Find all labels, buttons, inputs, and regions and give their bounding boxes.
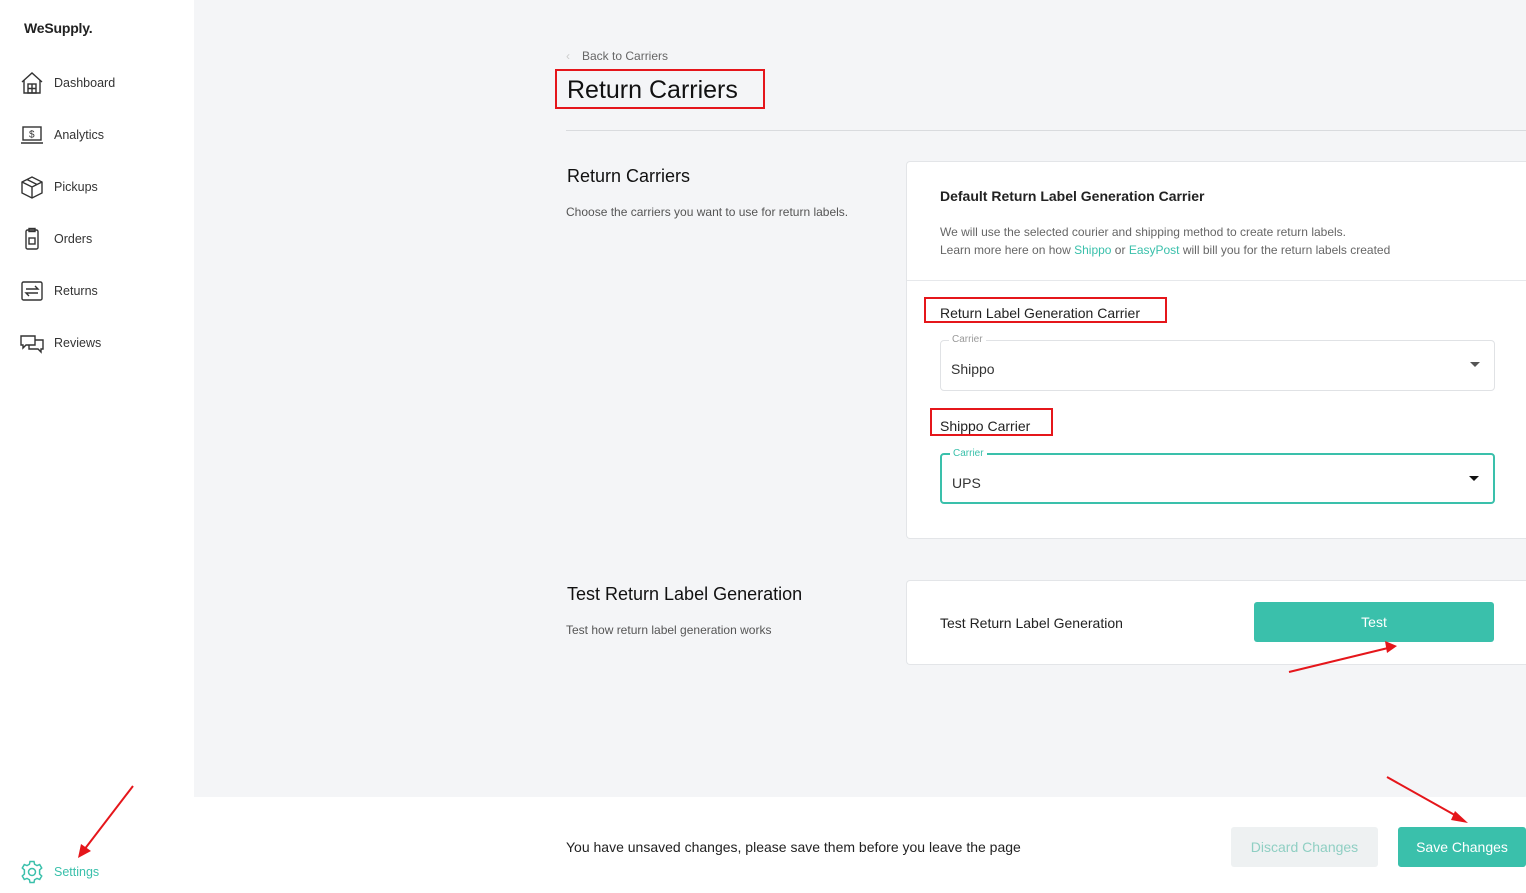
card-description-line2: Learn more here on how Shippo or EasyPos… [940, 241, 1390, 259]
shippo-carrier-select[interactable]: Carrier UPS [940, 448, 1495, 504]
gear-icon [18, 858, 46, 886]
card-title: Default Return Label Generation Carrier [940, 188, 1205, 204]
card-divider [907, 280, 1526, 281]
easypost-link[interactable]: EasyPost [1129, 243, 1180, 257]
sidebar-item-label: Orders [54, 232, 93, 246]
test-card: Test Return Label Generation Test [906, 580, 1526, 665]
save-changes-button[interactable]: Save Changes [1398, 827, 1526, 867]
sidebar-item-label: Returns [54, 284, 98, 298]
sidebar-item-returns[interactable]: Returns [18, 276, 98, 306]
select-legend: Carrier [950, 448, 987, 459]
card-description-line1: We will use the selected courier and shi… [940, 225, 1347, 239]
section-title-return-carriers: Return Carriers [567, 166, 691, 186]
select-legend: Carrier [949, 334, 986, 345]
select-value: UPS [952, 475, 981, 491]
back-link-label: Back to Carriers [582, 49, 669, 63]
discard-changes-button[interactable]: Discard Changes [1231, 827, 1378, 867]
default-carrier-card: Default Return Label Generation Carrier … [906, 161, 1526, 539]
generation-carrier-select[interactable]: Carrier Shippo [940, 334, 1495, 391]
annotation-highlight-box [924, 297, 1167, 323]
sidebar-item-pickups[interactable]: Pickups [18, 172, 98, 202]
card-description: We will use the selected courier and shi… [940, 223, 1390, 259]
reviews-icon [18, 329, 46, 357]
line2-prefix: Learn more here on how [940, 243, 1075, 257]
annotation-highlight-box [930, 408, 1053, 436]
sidebar-item-label: Settings [54, 865, 100, 879]
header-divider [566, 130, 1526, 131]
analytics-icon: $ [18, 121, 46, 149]
section-description-test: Test how return label generation works [566, 623, 772, 637]
line2-suffix: will bill you for the return labels crea… [1179, 243, 1391, 257]
shippo-link[interactable]: Shippo [1074, 243, 1111, 257]
annotation-highlight-box [555, 69, 765, 109]
pickups-icon [18, 173, 46, 201]
orders-icon [18, 225, 46, 253]
sidebar-item-analytics[interactable]: $ Analytics [18, 120, 104, 150]
back-to-carriers-link[interactable]: ‹ Back to Carriers [566, 49, 668, 63]
test-card-label: Test Return Label Generation [940, 615, 1123, 631]
dashboard-icon [18, 69, 46, 97]
sidebar-item-label: Pickups [54, 180, 98, 194]
svg-text:$: $ [29, 130, 35, 141]
select-value: Shippo [951, 361, 995, 377]
section-description-return-carriers: Choose the carriers you want to use for … [566, 205, 849, 219]
app-logo[interactable]: WeSupply. [24, 20, 93, 36]
unsaved-changes-message: You have unsaved changes, please save th… [566, 839, 1021, 855]
caret-down-icon [1469, 476, 1479, 481]
unsaved-changes-bar: You have unsaved changes, please save th… [194, 797, 1526, 893]
caret-down-icon [1470, 362, 1480, 367]
section-title-test: Test Return Label Generation [567, 584, 803, 604]
sidebar-item-label: Dashboard [54, 76, 116, 90]
sidebar-item-orders[interactable]: Orders [18, 224, 92, 254]
sidebar-item-label: Analytics [54, 128, 105, 142]
chevron-left-icon: ‹ [566, 49, 570, 63]
test-button[interactable]: Test [1254, 602, 1494, 642]
line2-or: or [1111, 243, 1129, 257]
sidebar-item-reviews[interactable]: Reviews [18, 328, 101, 358]
sidebar: WeSupply. Dashboard $ Analytics Pickups [0, 0, 194, 893]
sidebar-item-dashboard[interactable]: Dashboard [18, 68, 115, 98]
sidebar-item-settings[interactable]: Settings [18, 857, 99, 887]
sidebar-item-label: Reviews [54, 336, 102, 350]
returns-icon [18, 277, 46, 305]
